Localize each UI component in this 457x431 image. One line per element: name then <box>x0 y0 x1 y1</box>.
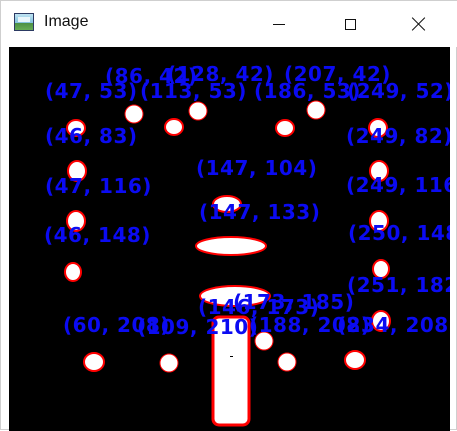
image-window: Image (86, 42) (128, 42) (207, 42) (47, … <box>0 0 457 431</box>
image-canvas: (86, 42) (128, 42) (207, 42) (47, 53) (1… <box>9 47 450 431</box>
blob <box>164 118 184 136</box>
blob <box>306 100 326 120</box>
close-button[interactable] <box>396 3 442 45</box>
mouth-blob <box>195 236 267 256</box>
image-app-icon <box>14 13 34 31</box>
blob <box>83 352 105 372</box>
coordinate-label: (147, 104) <box>196 156 318 180</box>
blob <box>64 262 82 282</box>
maximize-icon <box>344 18 356 30</box>
coordinate-label: (147, 133) <box>199 200 321 224</box>
blob-markers <box>64 100 391 427</box>
minimize-icon <box>273 23 285 25</box>
blob <box>277 352 297 372</box>
coordinate-label: (186, 53) <box>254 79 361 103</box>
coordinate-label: (113, 53) <box>140 79 247 103</box>
coordinate-label: (46, 83) <box>45 124 138 148</box>
coordinate-label: (109, 210) <box>137 315 259 339</box>
window-title: Image <box>44 13 89 30</box>
coordinate-label: (234, 208) <box>337 313 450 337</box>
blob <box>344 350 366 370</box>
stem-mark <box>230 356 233 357</box>
title-bar[interactable]: Image <box>1 1 457 47</box>
minimize-button[interactable] <box>256 3 302 45</box>
blob <box>275 119 295 137</box>
blob <box>124 104 144 124</box>
coordinate-label: (249, 52) <box>347 79 450 103</box>
coordinate-label: (251, 182) <box>347 273 450 297</box>
coordinate-label: (47, 53) <box>45 79 138 103</box>
maximize-button[interactable] <box>327 3 373 45</box>
coordinate-label: (47, 116) <box>45 174 152 198</box>
coordinate-label: (46, 148) <box>44 223 151 247</box>
blob <box>188 101 208 121</box>
coordinate-label: (249, 116) <box>346 173 450 197</box>
blob <box>159 353 179 373</box>
coordinate-label: (173, 185) <box>233 290 355 314</box>
close-icon <box>411 16 427 32</box>
coordinate-label: (249, 82) <box>346 124 450 148</box>
coordinate-label: (250, 148) <box>348 221 450 245</box>
